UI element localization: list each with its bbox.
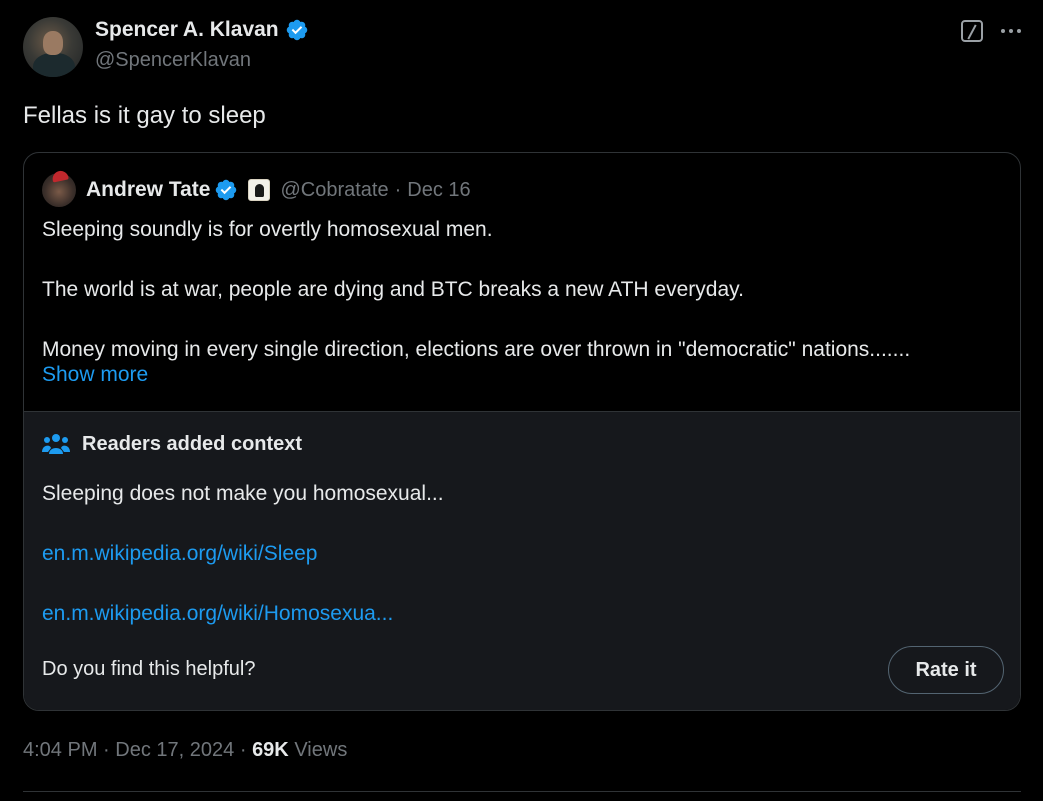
- views-label: Views: [294, 739, 348, 761]
- grok-icon[interactable]: [961, 20, 983, 42]
- avatar-body: [33, 53, 75, 77]
- community-note-header: Readers added context: [42, 432, 302, 456]
- author-name[interactable]: Spencer A. Klavan: [95, 18, 279, 42]
- footer-separator: ·: [239, 739, 247, 761]
- rate-it-button[interactable]: Rate it: [888, 646, 1004, 694]
- show-more-link[interactable]: Show more: [42, 363, 148, 387]
- tweet: Spencer A. Klavan @SpencerKlavan Fellas …: [0, 0, 1043, 801]
- quoted-paragraph: Sleeping soundly is for overtly homosexu…: [42, 218, 493, 241]
- verified-badge-icon: [216, 179, 237, 201]
- quoted-paragraph: Money moving in every single direction, …: [42, 338, 911, 361]
- tweet-footer: 4:04 PM · Dec 17, 2024 · 69K Views: [23, 739, 347, 762]
- author-name-row[interactable]: Spencer A. Klavan: [95, 18, 309, 42]
- quoted-author-avatar[interactable]: [42, 173, 76, 207]
- author-avatar[interactable]: [23, 17, 83, 77]
- tweet-text: Fellas is it gay to sleep: [23, 102, 266, 129]
- community-note: Readers added context Sleeping does not …: [24, 411, 1020, 710]
- quoted-tweet-text: Sleeping soundly is for overtly homosexu…: [42, 215, 1002, 365]
- dot-icon: [1009, 29, 1013, 33]
- verified-badge-icon: [286, 19, 307, 41]
- quoted-tweet-date[interactable]: Dec 16: [407, 179, 470, 202]
- context-link-homosexuality[interactable]: en.m.wikipedia.org/wiki/Homosexua...: [42, 602, 393, 626]
- divider: [23, 791, 1021, 792]
- tweet-actions-top: [961, 20, 1021, 42]
- more-icon[interactable]: [1001, 29, 1021, 33]
- quoted-author-name[interactable]: Andrew Tate: [86, 178, 210, 202]
- quoted-paragraph: The world is at war, people are dying an…: [42, 278, 744, 301]
- affiliate-badge-icon[interactable]: [248, 179, 271, 201]
- footer-separator: ·: [103, 739, 110, 761]
- meta-separator: ·: [394, 178, 402, 201]
- tweet-date[interactable]: Dec 17, 2024: [115, 739, 234, 761]
- context-link-sleep[interactable]: en.m.wikipedia.org/wiki/Sleep: [42, 542, 317, 566]
- author-handle[interactable]: @SpencerKlavan: [95, 49, 251, 72]
- dot-icon: [1001, 29, 1005, 33]
- quoted-tweet-card[interactable]: Andrew Tate @Cobratate · Dec 16 Sleeping…: [23, 152, 1021, 711]
- community-note-title: Readers added context: [82, 432, 303, 455]
- quoted-author-handle[interactable]: @Cobratate: [280, 179, 388, 202]
- dot-icon: [1017, 29, 1021, 33]
- views-count[interactable]: 69K: [252, 739, 289, 761]
- tweet-time[interactable]: 4:04 PM: [23, 739, 97, 761]
- helpful-prompt: Do you find this helpful?: [42, 658, 256, 680]
- people-group-icon: [42, 434, 70, 454]
- community-note-text: Sleeping does not make you homosexual...: [42, 482, 444, 505]
- quoted-tweet-header: Andrew Tate @Cobratate · Dec 16: [42, 173, 471, 207]
- avatar-face: [43, 31, 63, 55]
